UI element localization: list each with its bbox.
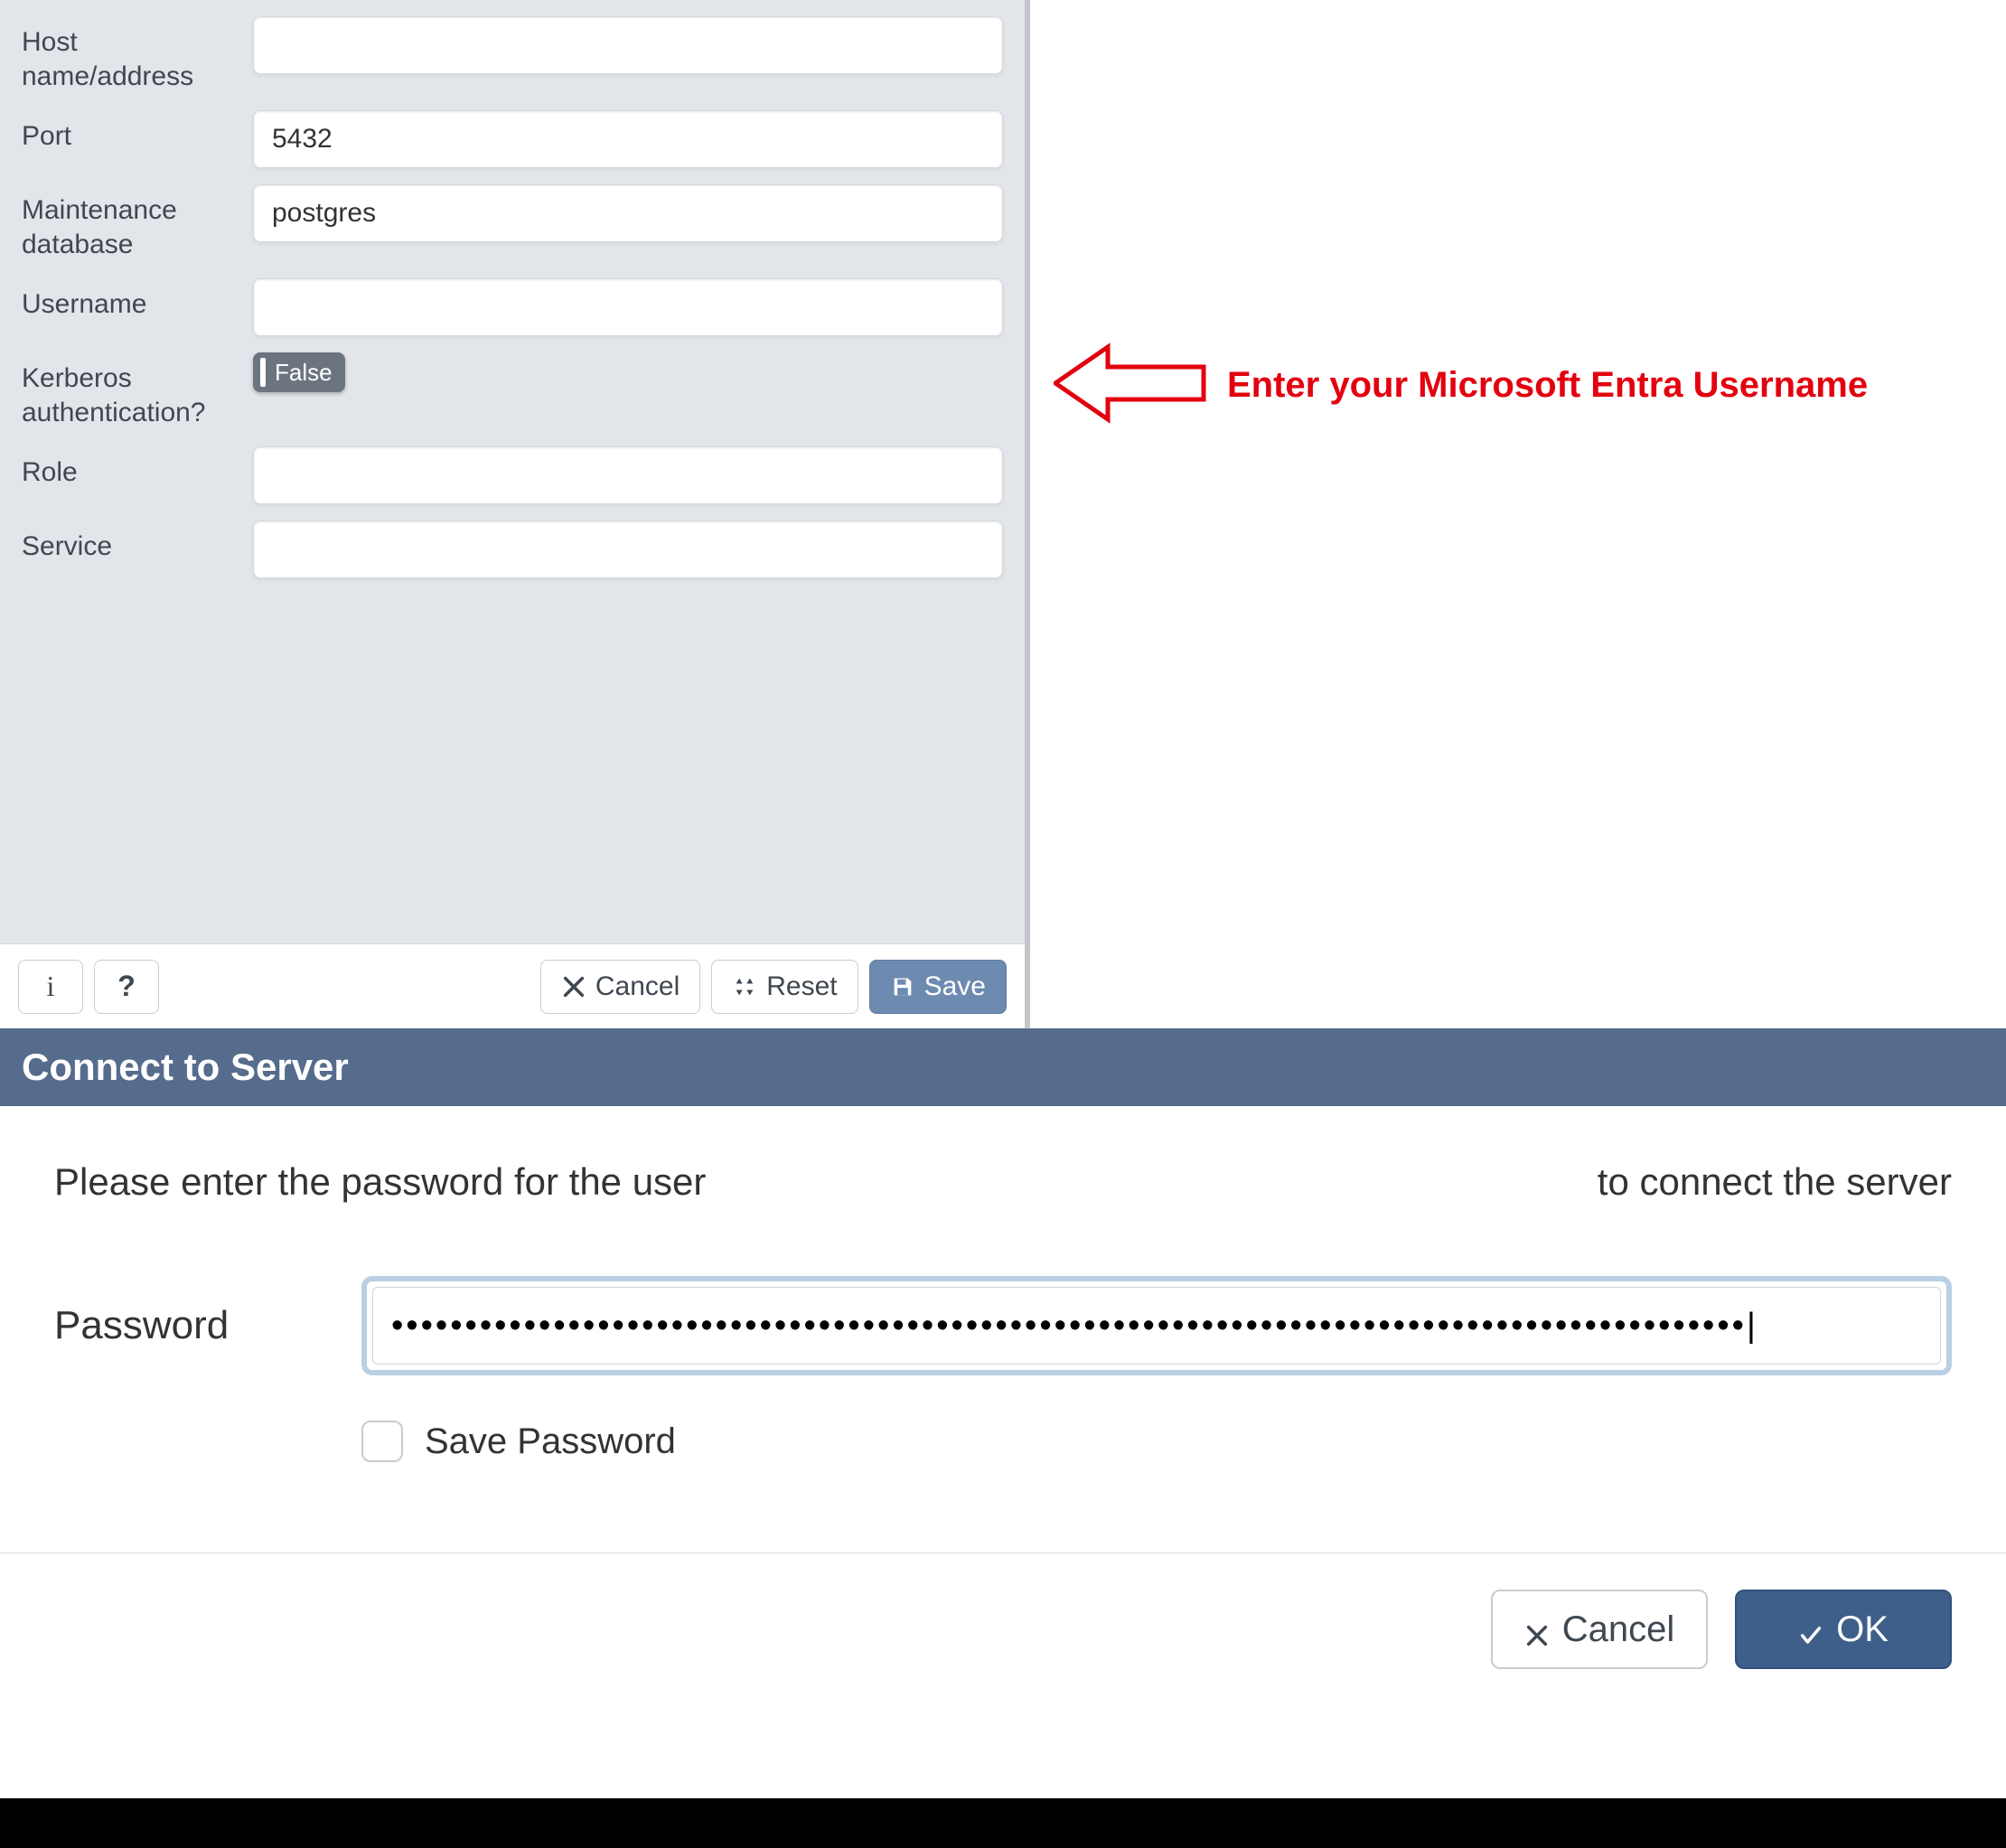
connect-dialog-title: Connect to Server (0, 1028, 2006, 1106)
save-button[interactable]: Save (869, 960, 1007, 1014)
reset-button-label: Reset (766, 971, 837, 1002)
service-label: Service (22, 521, 253, 564)
help-icon: ? (117, 970, 136, 1003)
dialog-cancel-label: Cancel (1562, 1609, 1675, 1650)
dialog-ok-label: OK (1836, 1609, 1889, 1650)
info-icon: i (47, 970, 55, 1003)
save-icon (890, 974, 915, 999)
info-button[interactable]: i (18, 960, 83, 1014)
connect-message: Please enter the password for the user t… (54, 1160, 1952, 1204)
annotation-arrow-icon (1054, 340, 1207, 431)
port-input[interactable] (253, 110, 1003, 168)
close-icon (561, 974, 586, 999)
connect-to-server-dialog: Connect to Server Please enter the passw… (0, 1028, 2006, 1669)
role-label: Role (22, 446, 253, 490)
port-label: Port (22, 110, 253, 154)
connect-dialog-footer: Cancel OK (0, 1553, 2006, 1669)
save-password-label: Save Password (425, 1421, 676, 1462)
connect-message-suffix: to connect the server (1598, 1160, 1952, 1204)
help-button[interactable]: ? (94, 960, 159, 1014)
role-input[interactable] (253, 446, 1003, 504)
maintdb-label: Maintenance database (22, 184, 253, 262)
cancel-button-label: Cancel (595, 971, 680, 1002)
username-label: Username (22, 278, 253, 322)
host-label: Host name/address (22, 16, 253, 94)
password-input[interactable] (372, 1287, 1941, 1365)
annotation-text: Enter your Microsoft Entra Username (1227, 365, 1868, 406)
check-icon (1798, 1617, 1823, 1642)
kerberos-toggle[interactable]: False (253, 352, 345, 392)
connect-message-prefix: Please enter the password for the user (54, 1160, 706, 1204)
recycle-icon (732, 974, 757, 999)
service-input[interactable] (253, 521, 1003, 578)
dialog-cancel-button[interactable]: Cancel (1491, 1590, 1708, 1669)
save-password-checkbox[interactable] (361, 1421, 403, 1462)
password-label: Password (54, 1303, 361, 1348)
server-connection-form: Host name/address Port Maintenance datab… (0, 0, 1025, 943)
bottom-black-strip (0, 1798, 2006, 1848)
username-input[interactable] (253, 278, 1003, 336)
password-field-focus-ring (361, 1276, 1952, 1375)
host-input[interactable] (253, 16, 1003, 74)
toggle-handle-icon (260, 358, 266, 387)
server-connection-panel: Host name/address Port Maintenance datab… (0, 0, 1030, 1028)
server-action-bar: i ? Cancel Reset Save (0, 943, 1025, 1028)
cancel-button[interactable]: Cancel (540, 960, 700, 1014)
save-button-label: Save (924, 971, 986, 1002)
dialog-ok-button[interactable]: OK (1735, 1590, 1952, 1669)
reset-button[interactable]: Reset (711, 960, 858, 1014)
kerberos-toggle-text: False (275, 359, 333, 387)
maintdb-input[interactable] (253, 184, 1003, 242)
close-icon (1524, 1617, 1550, 1642)
kerberos-label: Kerberos authentication? (22, 352, 253, 430)
